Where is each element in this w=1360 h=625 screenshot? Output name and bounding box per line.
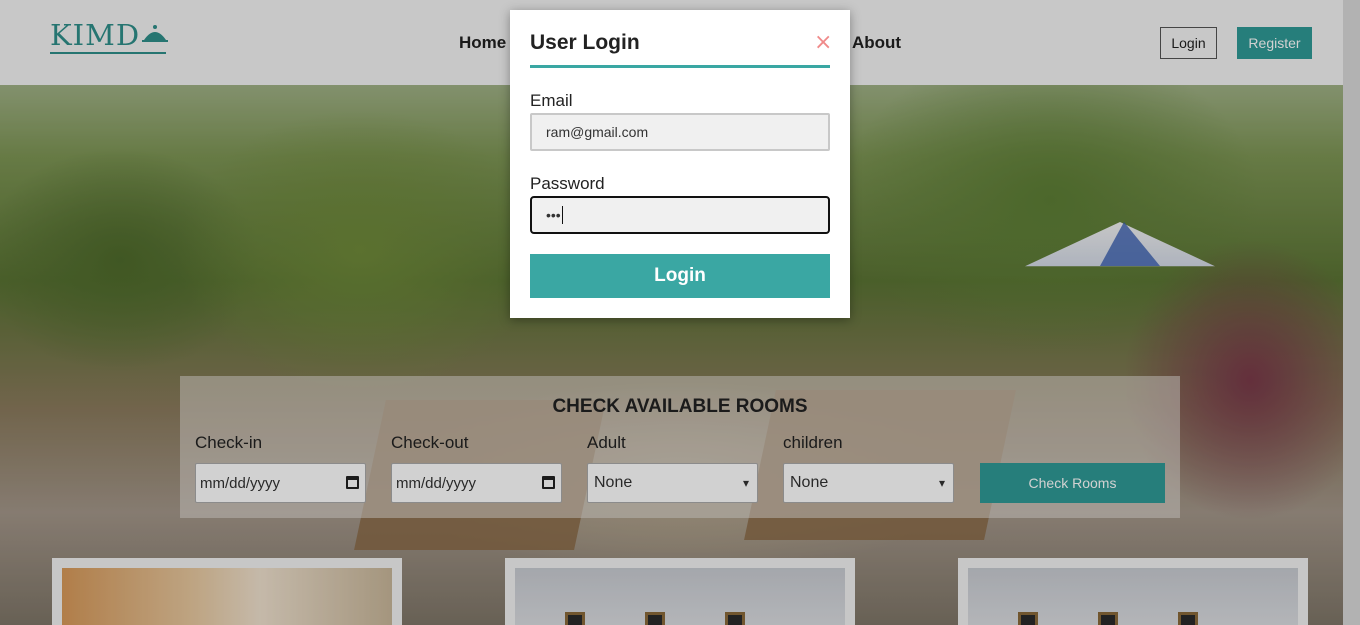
login-submit-button[interactable]: Login	[530, 254, 830, 298]
password-field[interactable]: •••	[530, 196, 830, 234]
modal-title: User Login	[530, 31, 640, 54]
text-caret	[561, 206, 563, 224]
password-masked-value: •••	[546, 207, 561, 223]
email-label: Email	[530, 91, 573, 110]
close-icon[interactable]: ×	[814, 32, 832, 54]
password-label: Password	[530, 174, 605, 193]
email-value: ram@gmail.com	[546, 124, 649, 140]
title-divider	[530, 65, 830, 68]
email-field[interactable]: ram@gmail.com	[530, 113, 830, 151]
user-login-modal: User Login × Email ram@gmail.com Passwor…	[510, 10, 850, 318]
